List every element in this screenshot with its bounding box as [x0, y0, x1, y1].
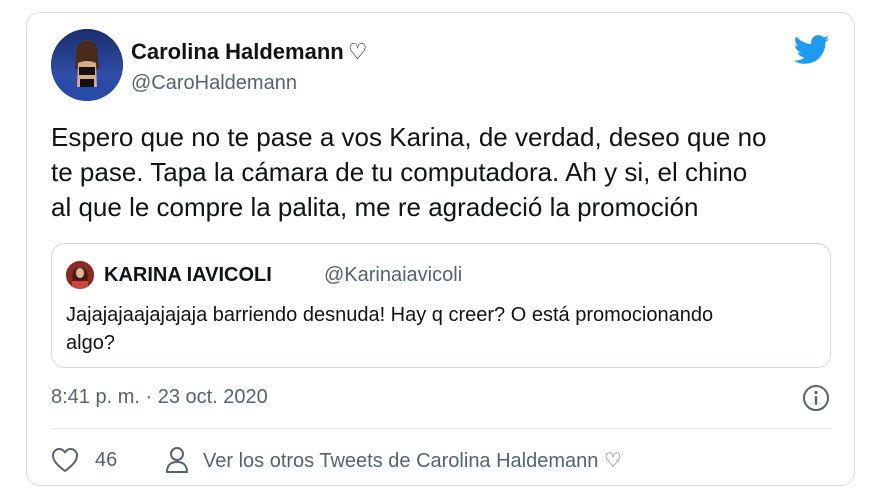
author-name-suffix: ♡ — [347, 39, 368, 64]
author-avatar[interactable] — [51, 29, 123, 101]
quoted-line: algo? — [66, 332, 115, 354]
quoted-avatar[interactable] — [66, 261, 94, 289]
quoted-text: Jajajajaajajajaja barriendo desnuda! Hay… — [66, 301, 816, 357]
info-icon[interactable] — [802, 384, 830, 412]
author-name-text: Carolina Haldemann — [131, 39, 344, 64]
tweet-card: Carolina Haldemann ♡ @CaroHaldemann Esper… — [26, 12, 855, 486]
view-more-tweets-link[interactable]: Ver los otros Tweets de Carolina Haldema… — [165, 445, 622, 475]
divider — [51, 428, 830, 429]
heart-icon[interactable] — [51, 447, 79, 473]
tweet-line: te pase. Tapa la cámara de tu computador… — [51, 157, 748, 187]
author-name[interactable]: Carolina Haldemann ♡ — [131, 39, 367, 65]
author-handle[interactable]: @CaroHaldemann — [131, 72, 297, 95]
tweet-timestamp[interactable]: 8:41 p. m. · 23 oct. 2020 — [51, 386, 268, 409]
twitter-bird-icon[interactable] — [793, 35, 830, 65]
tweet-line: Espero que no te pase a vos Karina, de v… — [51, 122, 767, 152]
tweet-text: Espero que no te pase a vos Karina, de v… — [51, 120, 841, 225]
like-count: 46 — [95, 449, 118, 471]
quoted-author-name: KARINA IAVICOLI — [104, 264, 272, 286]
person-icon — [166, 447, 188, 473]
quoted-line: Jajajajaajajajaja barriendo desnuda! Hay… — [66, 304, 714, 326]
view-more-tweets-label: Ver los otros Tweets de Carolina Haldema… — [203, 449, 622, 472]
tweet-line: al que le compre la palita, me re agrade… — [51, 192, 699, 222]
quoted-tweet[interactable]: KARINA IAVICOLI @Karinaiavicoli Jajajaja… — [51, 243, 831, 368]
quoted-author-handle: @Karinaiavicoli — [324, 264, 463, 286]
